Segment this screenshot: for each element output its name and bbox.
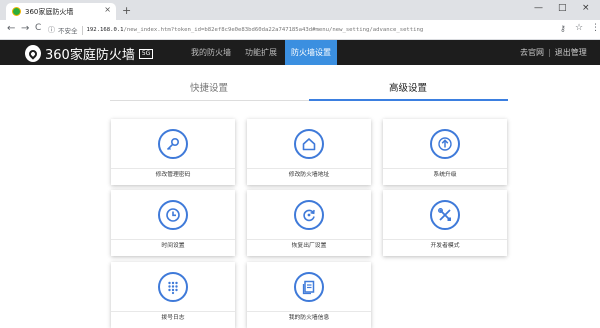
site-info-icon[interactable]: ⓘ <box>48 25 55 35</box>
card-developer-mode[interactable]: 开发者模式 <box>383 190 507 256</box>
address-toolbar: ← → C ⓘ 不安全 192.168.0.1/new_index.htm?to… <box>0 20 600 40</box>
menu-firewall-settings[interactable]: 防火墙设置 <box>285 40 337 65</box>
shield-logo-icon <box>25 45 41 62</box>
insecure-label: 不安全 <box>58 27 78 35</box>
browser-tabbar: 360家庭防火墙 × + — □ × <box>0 0 600 20</box>
minimize-button[interactable]: — <box>534 3 543 13</box>
home-icon <box>294 129 324 159</box>
menu-extensions[interactable]: 功能扩展 <box>239 40 283 65</box>
active-tab-indicator <box>309 99 508 101</box>
card-change-admin-password[interactable]: 修改管理密码 <box>111 119 235 185</box>
settings-subtabs: 快捷设置 高级设置 <box>110 76 508 101</box>
main-menu: 我的防火墙 功能扩展 防火墙设置 <box>185 40 339 65</box>
dialpad-icon <box>158 272 188 302</box>
card-firewall-info[interactable]: 我的防火墙信息 <box>247 262 371 328</box>
reload-button[interactable]: C <box>35 23 41 33</box>
password-key-icon[interactable]: ⚷ <box>560 24 566 33</box>
omnibox-divider <box>81 25 83 35</box>
card-label: 我的防火墙信息 <box>247 311 371 325</box>
card-time-settings[interactable]: 时间设置 <box>111 190 235 256</box>
url-path: /new_index.htm?token_id=b82ef8c9e0e83bd6… <box>123 27 424 33</box>
brand-logo[interactable]: 360家庭防火墙 5G <box>25 44 154 63</box>
forward-button[interactable]: → <box>21 23 29 34</box>
app-header: 360家庭防火墙 5G 我的防火墙 功能扩展 防火墙设置 去官网 | 退出管理 <box>0 40 600 65</box>
browser-tab[interactable]: 360家庭防火墙 × <box>6 3 116 20</box>
card-label: 拨号日志 <box>111 311 235 325</box>
site-favicon-icon <box>12 7 21 16</box>
address-bar[interactable]: ⓘ 不安全 192.168.0.1/new_index.htm?token_id… <box>48 23 548 37</box>
card-change-firewall-address[interactable]: 修改防火墙地址 <box>247 119 371 185</box>
card-dial-log[interactable]: 拨号日志 <box>111 262 235 328</box>
back-button[interactable]: ← <box>7 23 15 34</box>
bookmark-star-icon[interactable]: ☆ <box>575 23 583 33</box>
card-label: 恢复出厂设置 <box>247 239 371 253</box>
clock-icon <box>158 200 188 230</box>
link-separator: | <box>548 48 551 57</box>
brand-name: 360家庭防火墙 <box>45 48 135 63</box>
key-icon <box>158 129 188 159</box>
card-label: 系统升级 <box>383 168 507 182</box>
tab-quick-settings[interactable]: 快捷设置 <box>110 80 308 94</box>
upgrade-arrow-icon <box>430 129 460 159</box>
menu-my-firewall[interactable]: 我的防火墙 <box>185 40 237 65</box>
card-label: 修改防火墙地址 <box>247 168 371 182</box>
restore-icon <box>294 200 324 230</box>
url-text[interactable]: 192.168.0.1/new_index.htm?token_id=b82ef… <box>87 27 424 33</box>
card-factory-reset[interactable]: 恢复出厂设置 <box>247 190 371 256</box>
tab-title: 360家庭防火墙 <box>25 7 74 16</box>
logout-link[interactable]: 退出管理 <box>555 48 587 57</box>
card-label: 修改管理密码 <box>111 168 235 182</box>
url-host: 192.168.0.1 <box>86 27 124 33</box>
document-icon <box>294 272 324 302</box>
header-links: 去官网 | 退出管理 <box>520 47 587 58</box>
window-close-button[interactable]: × <box>582 3 590 13</box>
card-system-upgrade[interactable]: 系统升级 <box>383 119 507 185</box>
card-label: 时间设置 <box>111 239 235 253</box>
card-label: 开发者模式 <box>383 239 507 253</box>
new-tab-button[interactable]: + <box>122 4 131 17</box>
browser-menu-icon[interactable]: ⋮ <box>591 23 600 33</box>
maximize-button[interactable]: □ <box>558 3 567 13</box>
tab-advanced-settings[interactable]: 高级设置 <box>309 80 507 94</box>
brand-badge: 5G <box>138 48 154 59</box>
tab-close-icon[interactable]: × <box>104 5 111 14</box>
tools-icon <box>430 200 460 230</box>
official-site-link[interactable]: 去官网 <box>520 48 544 57</box>
